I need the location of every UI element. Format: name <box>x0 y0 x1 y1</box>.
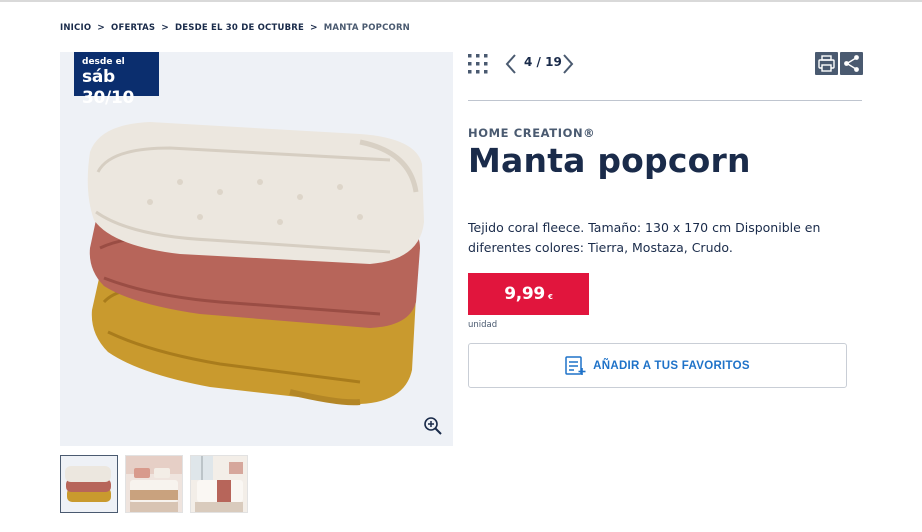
breadcrumb-separator: > <box>161 23 170 33</box>
chevron-left-icon[interactable] <box>504 53 518 75</box>
thumbnail-strip <box>60 455 248 513</box>
image-counter: 4 / 19 <box>524 55 562 69</box>
favorites-list-icon <box>565 355 586 375</box>
thumbnail-bedroom-pink[interactable] <box>125 455 183 513</box>
price-currency: € <box>547 293 553 301</box>
zoom-in-icon[interactable] <box>423 416 443 436</box>
breadcrumb: INICIO > OFERTAS > DESDE EL 30 DE OCTUBR… <box>60 23 410 33</box>
product-title: Manta popcorn <box>468 141 751 180</box>
product-description: Tejido coral fleece. Tamaño: 130 x 170 c… <box>468 220 821 255</box>
breadcrumb-item-inicio[interactable]: INICIO <box>60 23 91 33</box>
badge-date: sáb 30/10 <box>82 67 135 108</box>
share-icon <box>844 55 859 72</box>
blanket-stack-picture <box>87 122 424 406</box>
breadcrumb-separator: > <box>97 23 106 33</box>
thumbnail-bedroom-window[interactable] <box>190 455 248 513</box>
gallery-nav: 4 / 19 <box>468 52 863 76</box>
breadcrumb-separator: > <box>310 23 318 33</box>
product-brand: HOME CREATION® <box>468 126 596 140</box>
thumbnail-image <box>126 456 182 512</box>
price-amount: 9,99 <box>504 284 545 304</box>
product-image[interactable]: desde el sáb 30/10 <box>60 52 453 446</box>
breadcrumb-current: MANTA POPCORN <box>323 23 411 33</box>
top-border <box>0 0 922 2</box>
divider <box>468 100 862 101</box>
thumbnail-image <box>61 456 117 512</box>
add-to-favorites-label: AÑADIR A TUS FAVORITOS <box>593 359 750 372</box>
thumbnail-blankets-stack[interactable] <box>60 455 118 513</box>
print-icon <box>818 55 835 72</box>
badge-small-text: desde el <box>82 57 125 67</box>
breadcrumb-item-desde[interactable]: DESDE EL 30 DE OCTUBRE <box>175 23 304 33</box>
share-button[interactable] <box>840 52 863 75</box>
add-to-favorites-button[interactable]: AÑADIR A TUS FAVORITOS <box>468 343 847 388</box>
grid-icon[interactable] <box>468 54 488 74</box>
print-button[interactable] <box>815 52 838 75</box>
price-tag: 9,99 € <box>468 273 589 315</box>
breadcrumb-item-ofertas[interactable]: OFERTAS <box>111 23 155 33</box>
thumbnail-image <box>191 456 247 512</box>
date-badge: desde el sáb 30/10 <box>74 52 159 108</box>
price-unit: unidad <box>468 320 498 330</box>
chevron-right-icon[interactable] <box>561 53 575 75</box>
